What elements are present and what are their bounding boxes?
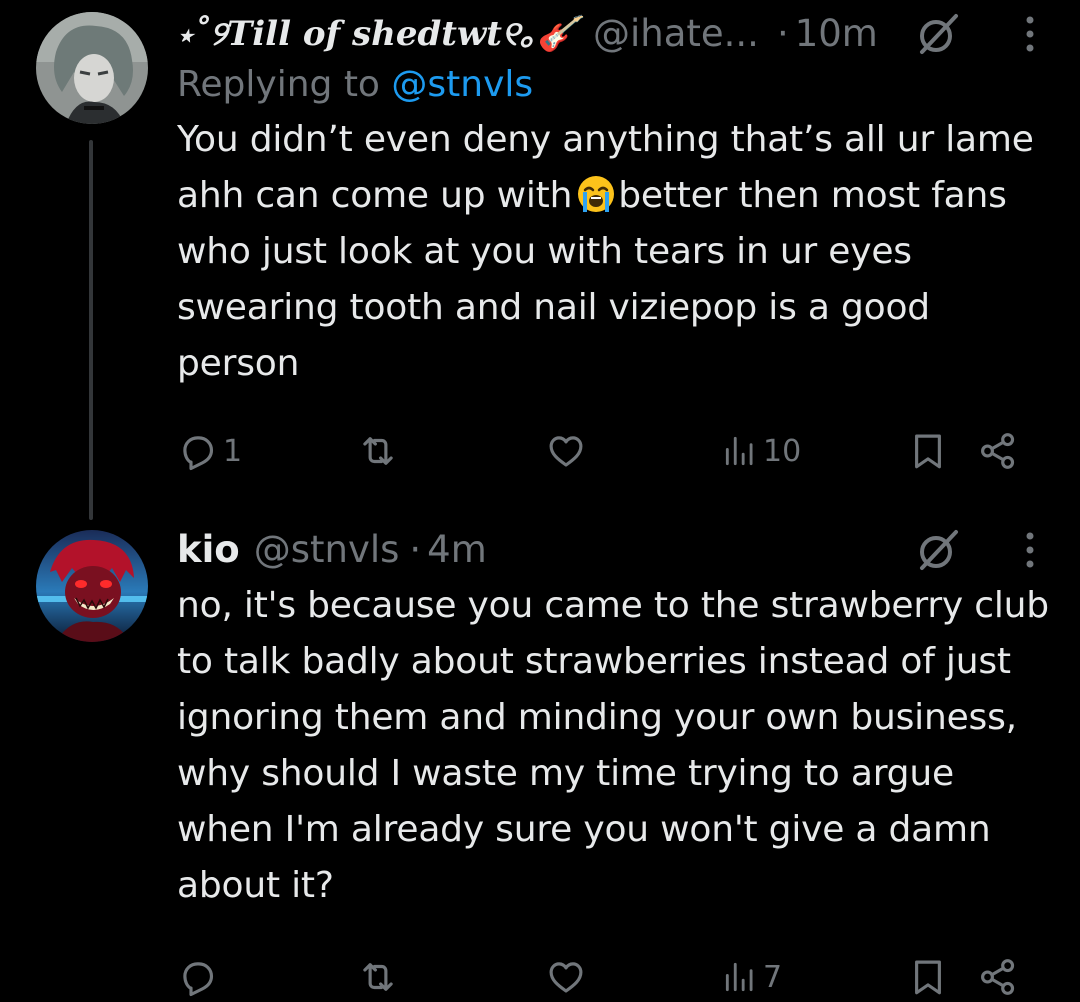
- bookmark-icon: [915, 960, 941, 995]
- post-header: ⋆˚୨Till of shedtwt୧｡🎸 @ihate... · 10m: [177, 8, 1050, 60]
- share-button[interactable]: [977, 952, 1019, 1002]
- bookmark-button[interactable]: [907, 426, 949, 476]
- reply-icon: [183, 962, 214, 997]
- replying-to: Replying to @stnvls: [177, 60, 1050, 110]
- replying-to-label: Replying to: [177, 64, 380, 105]
- bookmark-icon: [915, 434, 941, 469]
- separator-dot: ·: [776, 12, 789, 55]
- like-button[interactable]: [545, 952, 591, 1002]
- display-name[interactable]: kio: [177, 524, 240, 576]
- retweet-button[interactable]: [357, 426, 403, 476]
- action-bar: 7: [177, 952, 1050, 1002]
- grok-icon[interactable]: [914, 526, 962, 574]
- grok-icon[interactable]: [914, 10, 962, 58]
- views-count: 10: [763, 433, 802, 469]
- post-text: You didn’t even deny anything that’s all…: [177, 112, 1050, 392]
- display-name[interactable]: ⋆˚୨Till of shedtwt୧｡🎸: [177, 8, 579, 60]
- reply-button[interactable]: 1: [177, 426, 242, 476]
- post-header: kio @stnvls · 4m: [177, 524, 1050, 576]
- retweet-icon: [363, 963, 393, 991]
- post-text: no, it's because you came to the strawbe…: [177, 585, 1049, 906]
- more-icon[interactable]: [1024, 530, 1036, 570]
- thread-connector-line: [89, 140, 93, 520]
- retweet-button[interactable]: [357, 952, 403, 1002]
- separator-dot: ·: [409, 528, 422, 571]
- like-button[interactable]: [545, 426, 591, 476]
- reply-count: 1: [223, 433, 243, 469]
- share-icon: [981, 433, 1015, 469]
- avatar[interactable]: [36, 530, 148, 642]
- views-count: 7: [763, 959, 783, 995]
- timestamp[interactable]: 4m: [427, 524, 487, 576]
- share-icon: [981, 959, 1015, 995]
- avatar[interactable]: [36, 12, 148, 124]
- replying-to-mention[interactable]: @stnvls: [391, 64, 533, 105]
- timestamp[interactable]: 10m: [795, 8, 878, 60]
- loudly-crying-face-icon: [578, 176, 615, 212]
- reply-icon: [183, 436, 214, 471]
- reply-post[interactable]: ⋆˚୨Till of shedtwt୧｡🎸 @ihate... · 10m Re…: [177, 8, 1050, 471]
- share-button[interactable]: [977, 426, 1019, 476]
- handle[interactable]: @ihate...: [593, 8, 759, 60]
- main-post[interactable]: kio @stnvls · 4m no, it's because you ca…: [177, 524, 1050, 997]
- more-icon[interactable]: [1024, 14, 1036, 54]
- like-icon: [549, 962, 583, 993]
- views-button[interactable]: 7: [721, 952, 782, 1002]
- bookmark-button[interactable]: [907, 952, 949, 1002]
- handle[interactable]: @stnvls: [254, 524, 400, 576]
- views-icon: [725, 962, 753, 992]
- reply-button[interactable]: [177, 952, 223, 1002]
- retweet-icon: [363, 437, 393, 465]
- like-icon: [549, 436, 583, 467]
- views-button[interactable]: 10: [721, 426, 801, 476]
- action-bar: 1 10: [177, 426, 1050, 476]
- views-icon: [725, 436, 753, 466]
